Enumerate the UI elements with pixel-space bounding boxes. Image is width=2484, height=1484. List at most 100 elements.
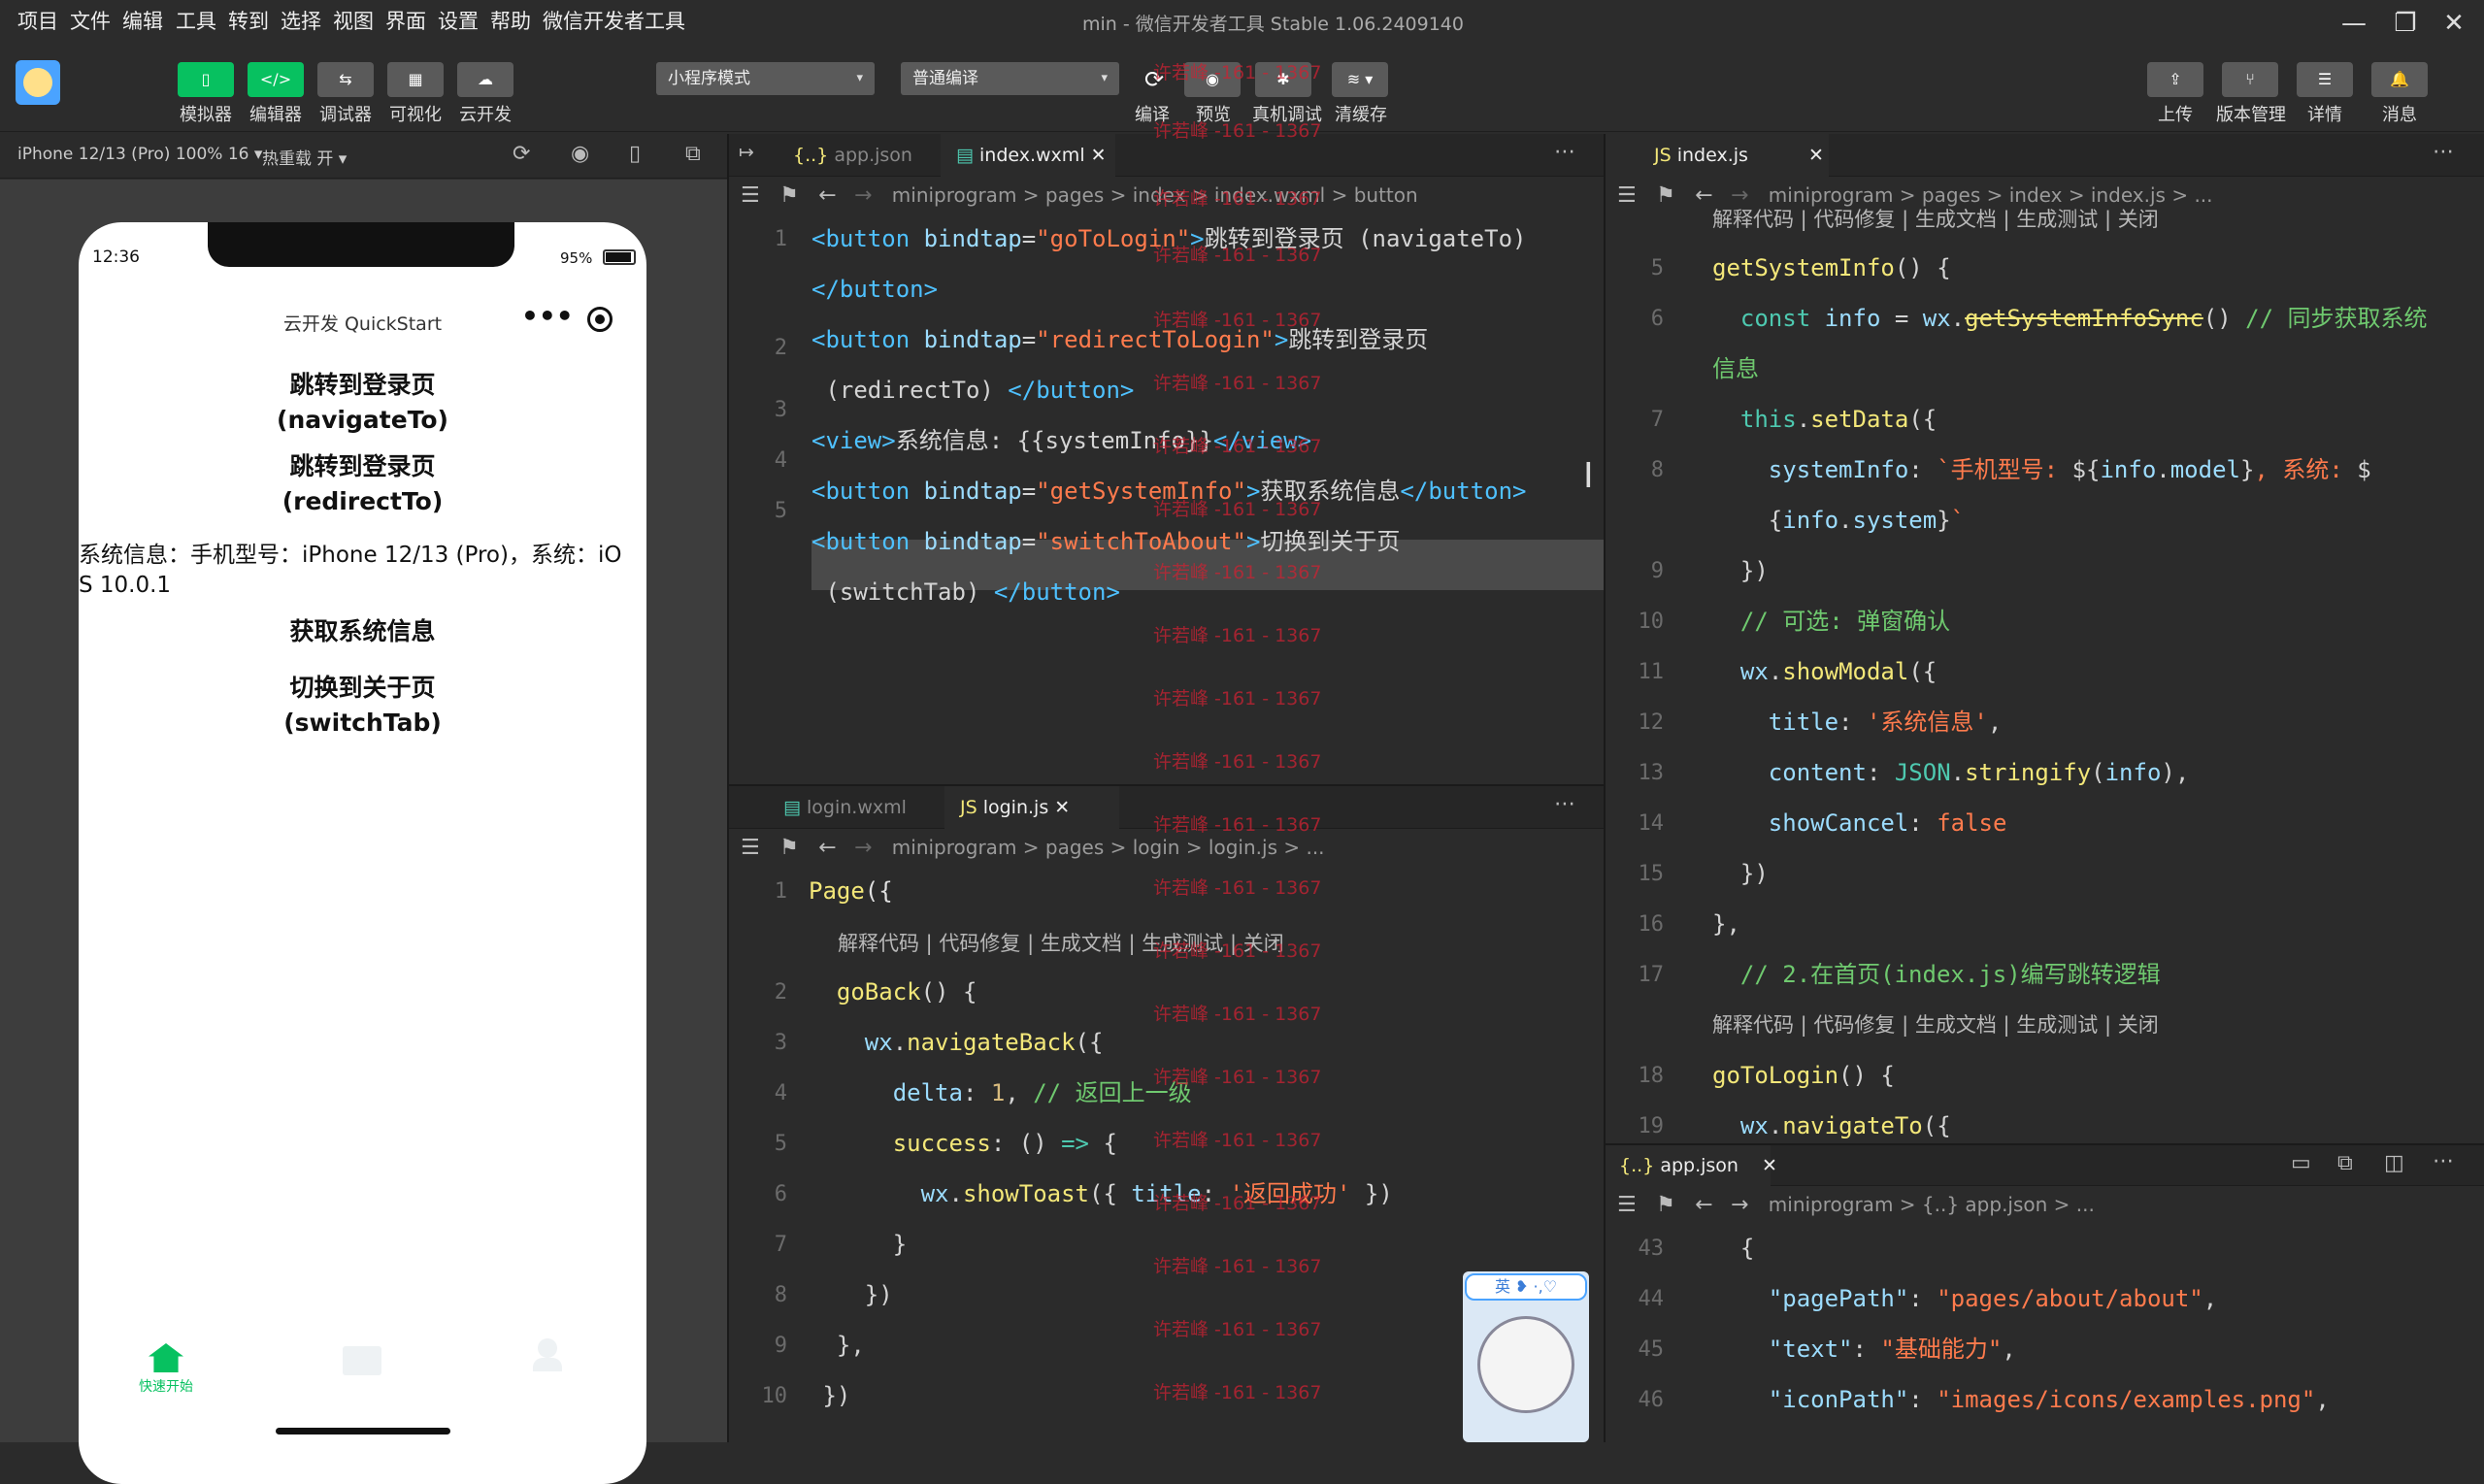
- navigate-to-button[interactable]: 跳转到登录页 (navigateTo): [79, 368, 646, 438]
- split-icon[interactable]: ↦: [739, 142, 754, 163]
- code-line: Page({: [809, 877, 893, 905]
- close-window-icon[interactable]: ✕: [2434, 4, 2473, 43]
- code-line: content: JSON.stringify(info),: [1768, 759, 2190, 786]
- code-area[interactable]: 43 44 45 46 { "pagePath": "pages/about/a…: [1606, 1223, 2484, 1442]
- upload-label: 上传: [2158, 105, 2193, 125]
- menu-project[interactable]: 项目: [17, 6, 58, 35]
- bookmark-icon[interactable]: ⚑: [779, 183, 799, 208]
- device-select[interactable]: iPhone 12/13 (Pro) 100% 16 ▾: [17, 145, 262, 164]
- window-icon[interactable]: ⧉: [685, 142, 701, 166]
- get-system-info-button[interactable]: 获取系统信息: [79, 614, 646, 649]
- back-icon[interactable]: ←: [818, 836, 836, 860]
- cloud-button[interactable]: ☁: [457, 62, 513, 97]
- split-editor-icon[interactable]: ◫: [2384, 1151, 2404, 1175]
- capsule-close-icon[interactable]: [587, 307, 613, 332]
- codelens-actions[interactable]: 解释代码 | 代码修复 | 生成文档 | 生成测试 | 关闭: [1712, 204, 2159, 233]
- tabbar-item-about-icon[interactable]: [533, 1338, 562, 1373]
- menu-goto[interactable]: 转到: [228, 6, 269, 35]
- tab-login-wxml[interactable]: ▤ login.wxml: [729, 786, 961, 829]
- breadcrumb: ☰ ⚑ ← → miniprogram > {..} app.json > ..…: [1606, 1186, 2484, 1223]
- compile-select[interactable]: 普通编译 ▾: [901, 62, 1119, 95]
- messages-button[interactable]: 🔔: [2371, 62, 2428, 97]
- menu-select[interactable]: 选择: [281, 6, 321, 35]
- tabbar-item-quickstart[interactable]: 快速开始: [127, 1343, 205, 1396]
- simulator-toggle-button[interactable]: ▯: [178, 62, 234, 97]
- menu-tools[interactable]: 工具: [176, 6, 216, 35]
- bookmark-icon[interactable]: ⚑: [1656, 1193, 1675, 1217]
- copy-icon[interactable]: ⧉: [2337, 1151, 2353, 1175]
- menu-settings[interactable]: 设置: [438, 6, 479, 35]
- tab-app-json[interactable]: {..} app.json ✕: [1606, 1145, 1777, 1186]
- outline-icon[interactable]: ☰: [741, 183, 760, 208]
- mode-select[interactable]: 小程序模式 ▾: [656, 62, 875, 95]
- menu-edit[interactable]: 编辑: [122, 6, 163, 35]
- menu-help[interactable]: 帮助: [490, 6, 531, 35]
- close-icon[interactable]: ✕: [1091, 145, 1107, 166]
- forward-icon[interactable]: →: [1731, 1193, 1748, 1217]
- phone-notch: [208, 222, 514, 267]
- close-icon[interactable]: ✕: [1054, 797, 1070, 818]
- line-number: 18: [1638, 1064, 1665, 1088]
- menu-wechat-devtools[interactable]: 微信开发者工具: [543, 6, 685, 35]
- code-line: },: [1712, 910, 1740, 938]
- code-line: wx.navigateTo({: [1739, 1112, 1951, 1139]
- more-icon[interactable]: ⋯: [1554, 140, 1575, 164]
- code-line: delta: 1, // 返回上一级: [892, 1079, 1192, 1106]
- maximize-icon[interactable]: ❐: [2386, 4, 2425, 43]
- rotate-icon[interactable]: ⟳: [513, 142, 530, 166]
- more-icon[interactable]: ⋯: [1554, 792, 1575, 816]
- outline-icon[interactable]: ☰: [741, 836, 760, 860]
- watermark: 许若峰 -161 - 1367: [1153, 1130, 1322, 1151]
- back-icon[interactable]: ←: [1695, 1193, 1712, 1217]
- upload-icon: ⇪: [2169, 70, 2182, 88]
- tab-login-js[interactable]: JS login.js ✕: [944, 786, 1119, 829]
- watermark: 许若峰 -161 - 1367: [1153, 814, 1322, 836]
- codelens-actions[interactable]: 解释代码 | 代码修复 | 生成文档 | 生成测试 | 关闭: [1712, 1009, 2159, 1039]
- line-number: 44: [1638, 1287, 1665, 1311]
- avatar[interactable]: [16, 60, 60, 105]
- menu-file[interactable]: 文件: [70, 6, 111, 35]
- close-icon[interactable]: ✕: [1762, 1155, 1777, 1176]
- comment-icon[interactable]: ▭: [2291, 1151, 2311, 1175]
- debugger-toggle-button[interactable]: ⇆: [317, 62, 374, 97]
- switch-tab-button[interactable]: 切换到关于页 (switchTab): [79, 671, 646, 741]
- tabbar-item-examples-icon[interactable]: [343, 1346, 381, 1375]
- more-icon[interactable]: ⋯: [2433, 1149, 2454, 1173]
- close-icon[interactable]: ✕: [1808, 145, 1824, 166]
- redirect-to-button[interactable]: 跳转到登录页 (redirectTo): [79, 449, 646, 519]
- line-number: 43: [1638, 1237, 1665, 1261]
- forward-icon[interactable]: →: [854, 836, 872, 860]
- version-button[interactable]: ⑂: [2222, 62, 2278, 97]
- tab-index-wxml[interactable]: ▤ index.wxml ✕: [941, 134, 1115, 177]
- line-number: 8: [774, 1283, 787, 1307]
- phone-frame-icon[interactable]: ▯: [629, 142, 641, 166]
- watermark: 许若峰 -161 - 1367: [1153, 373, 1322, 394]
- tab-index-js[interactable]: JS index.js ✕: [1606, 134, 1829, 177]
- bookmark-icon[interactable]: ⚑: [779, 836, 799, 860]
- more-icon[interactable]: ⋯: [2433, 140, 2454, 164]
- line-number: 10: [761, 1384, 788, 1408]
- menu-interface[interactable]: 界面: [385, 6, 426, 35]
- line-number: 9: [1650, 559, 1664, 583]
- forward-icon[interactable]: →: [854, 183, 872, 208]
- details-button[interactable]: ☰: [2297, 62, 2353, 97]
- editor-app-json: {..} app.json ✕ ▭ ⧉ ◫ ⋯ ☰ ⚑ ← → miniprog…: [1606, 1145, 2484, 1442]
- line-number: 4: [774, 448, 787, 473]
- hot-reload-toggle[interactable]: 热重载 开 ▾: [262, 145, 347, 169]
- stop-icon[interactable]: ◉: [571, 142, 589, 166]
- more-icon[interactable]: •••: [521, 300, 574, 332]
- code-line: systemInfo: `手机型号: ${info.model}, 系统: $: [1768, 456, 2371, 483]
- menu-view[interactable]: 视图: [333, 6, 374, 35]
- visual-toggle-button[interactable]: ▦: [387, 62, 444, 97]
- wxml-file-icon: ▤: [783, 797, 801, 818]
- watermark: 许若峰 -161 - 1367: [1153, 245, 1322, 266]
- watermark: 许若峰 -161 - 1367: [1153, 310, 1322, 331]
- line-number: 11: [1638, 660, 1665, 684]
- code-area[interactable]: 解释代码 | 代码修复 | 生成文档 | 生成测试 | 关闭 5 6 7 8 9…: [1606, 204, 2484, 1143]
- upload-button[interactable]: ⇪: [2147, 62, 2203, 97]
- minimize-icon[interactable]: —: [2335, 4, 2373, 43]
- outline-icon[interactable]: ☰: [1617, 1193, 1637, 1217]
- back-icon[interactable]: ←: [818, 183, 836, 208]
- tab-app-json[interactable]: {..} app.json: [778, 134, 928, 177]
- editor-toggle-button[interactable]: </>: [248, 62, 304, 97]
